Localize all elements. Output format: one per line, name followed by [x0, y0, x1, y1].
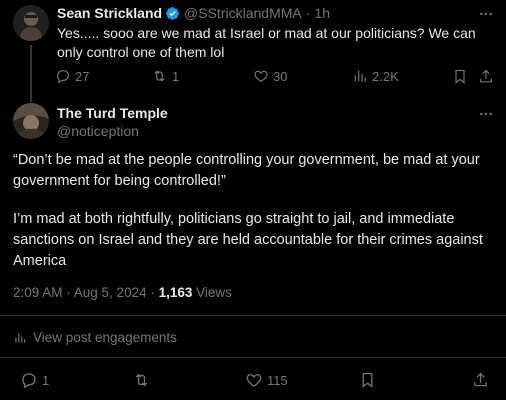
- like-icon: [253, 68, 269, 84]
- main-author-name[interactable]: The Turd Temple: [57, 104, 168, 122]
- share-icon[interactable]: [472, 371, 489, 389]
- main-tweet-text: “Don’t be mad at the people controlling …: [13, 150, 495, 272]
- reply-icon: [55, 68, 71, 84]
- parent-tweet[interactable]: Sean Strickland @SStricklandMMA · 1h Yes…: [0, 0, 506, 102]
- like-count: 115: [267, 372, 288, 388]
- tweet-meta: 2:09 AM · Aug 5, 2024 · 1,163 Views: [13, 284, 232, 302]
- view-engagements-link[interactable]: View post engagements: [13, 329, 177, 347]
- thread-line: [30, 45, 32, 102]
- reply-button[interactable]: 1: [20, 371, 49, 389]
- main-author-avatar[interactable]: [13, 103, 49, 139]
- parent-handle[interactable]: @SStricklandMMA: [184, 4, 302, 22]
- repost-button[interactable]: 1: [151, 68, 179, 84]
- share-icon[interactable]: [478, 68, 494, 85]
- tweet-quote-paragraph: “Don’t be mad at the people controlling …: [13, 152, 480, 189]
- tweet-body-paragraph: I’m mad at both rightfully, politicians …: [13, 211, 483, 269]
- repost-count: 1: [172, 68, 180, 84]
- divider: [0, 315, 506, 316]
- reply-button[interactable]: 27: [55, 68, 89, 84]
- bookmark-icon[interactable]: [359, 371, 376, 389]
- reply-count: 1: [42, 372, 50, 388]
- main-handle[interactable]: @notiception: [57, 122, 139, 140]
- like-button[interactable]: 30: [253, 68, 287, 84]
- parent-author-avatar[interactable]: [13, 5, 49, 41]
- like-icon: [245, 371, 263, 389]
- more-icon[interactable]: [478, 106, 494, 122]
- reply-icon: [20, 371, 38, 389]
- tweet-views-label: Views: [192, 285, 232, 300]
- repost-icon[interactable]: [132, 371, 151, 389]
- views-count: 2.2K: [372, 68, 399, 84]
- parent-author-name[interactable]: Sean Strickland: [57, 4, 162, 22]
- bookmark-icon[interactable]: [452, 68, 468, 85]
- verified-badge-icon: [165, 6, 180, 21]
- tweet-view-count: 1,163: [158, 285, 193, 300]
- like-button[interactable]: 115: [245, 371, 288, 389]
- repost-icon: [151, 68, 168, 84]
- views-icon: [352, 68, 368, 84]
- tweet-timestamp[interactable]: 2:09 AM · Aug 5, 2024 ·: [13, 285, 159, 300]
- parent-time[interactable]: 1h: [314, 4, 330, 22]
- handle-separator: ·: [305, 5, 311, 21]
- view-engagements-label: View post engagements: [33, 330, 177, 345]
- reply-count: 27: [75, 68, 90, 84]
- analytics-icon: [13, 331, 27, 345]
- views-button[interactable]: 2.2K: [352, 68, 399, 84]
- parent-tweet-text: Yes..... sooo are we mad at Israel or ma…: [57, 25, 476, 60]
- like-count: 30: [273, 68, 288, 84]
- divider: [0, 357, 506, 358]
- more-icon[interactable]: [478, 6, 494, 22]
